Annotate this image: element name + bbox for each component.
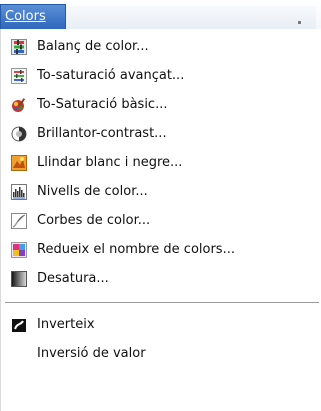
menu-item-label: Nivells de color... — [37, 184, 148, 199]
menu-item-posterize[interactable]: Redueix el nombre de colors... — [1, 236, 321, 264]
hue-saturation-icon — [11, 68, 27, 84]
menu-separator — [5, 302, 319, 303]
menu-item-label: Llindar blanc i negre... — [37, 155, 183, 170]
menu-item-levels[interactable]: Nivells de color... — [1, 178, 321, 206]
posterize-icon — [11, 242, 27, 258]
menu-item-hue-saturation[interactable]: To-saturació avançat... — [1, 62, 321, 90]
menu-item-label: Brillantor-contrast... — [37, 126, 167, 141]
menu-item-brightness-contrast[interactable]: Brillantor-contrast... — [1, 120, 321, 148]
menu-item-label: Redueix el nombre de colors... — [37, 242, 235, 257]
menubar-strip — [66, 6, 316, 30]
menubar-dot — [298, 21, 301, 24]
menubar: Colors — [0, 0, 321, 30]
levels-icon — [11, 184, 27, 200]
menu-item-value-invert[interactable]: Inversió de valor — [1, 340, 321, 368]
brightness-contrast-icon — [11, 126, 27, 142]
colorize-icon — [11, 97, 27, 113]
menu-item-label: To-saturació avançat... — [37, 68, 185, 83]
menu-item-label: Inversió de valor — [37, 346, 146, 361]
colors-dropdown: Balanç de color... To-saturació avançat.… — [0, 29, 321, 411]
invert-icon — [11, 317, 27, 333]
threshold-icon — [11, 155, 27, 171]
colors-menu-title-label: Colors — [5, 9, 46, 24]
menu-item-label: Desatura... — [37, 271, 109, 286]
colors-menu-title[interactable]: Colors — [0, 4, 66, 29]
desaturate-icon — [11, 271, 27, 287]
menu-item-threshold[interactable]: Llindar blanc i negre... — [1, 149, 321, 177]
menu-item-label: Inverteix — [37, 317, 95, 332]
menu-item-colorize[interactable]: To-Saturació bàsic... — [1, 91, 321, 119]
menu-item-color-balance[interactable]: Balanç de color... — [1, 33, 321, 61]
curves-icon — [11, 213, 27, 229]
menu-item-curves[interactable]: Corbes de color... — [1, 207, 321, 235]
menu-item-invert[interactable]: Inverteix — [1, 311, 321, 339]
color-balance-icon — [11, 39, 27, 55]
menu-item-label: Corbes de color... — [37, 213, 151, 228]
menu-item-desaturate[interactable]: Desatura... — [1, 265, 321, 293]
menu-item-label: To-Saturació bàsic... — [37, 97, 168, 112]
colors-menu-screenshot: Colors Balanç de color... To-saturació a… — [0, 0, 321, 411]
menu-item-label: Balanç de color... — [37, 39, 149, 54]
